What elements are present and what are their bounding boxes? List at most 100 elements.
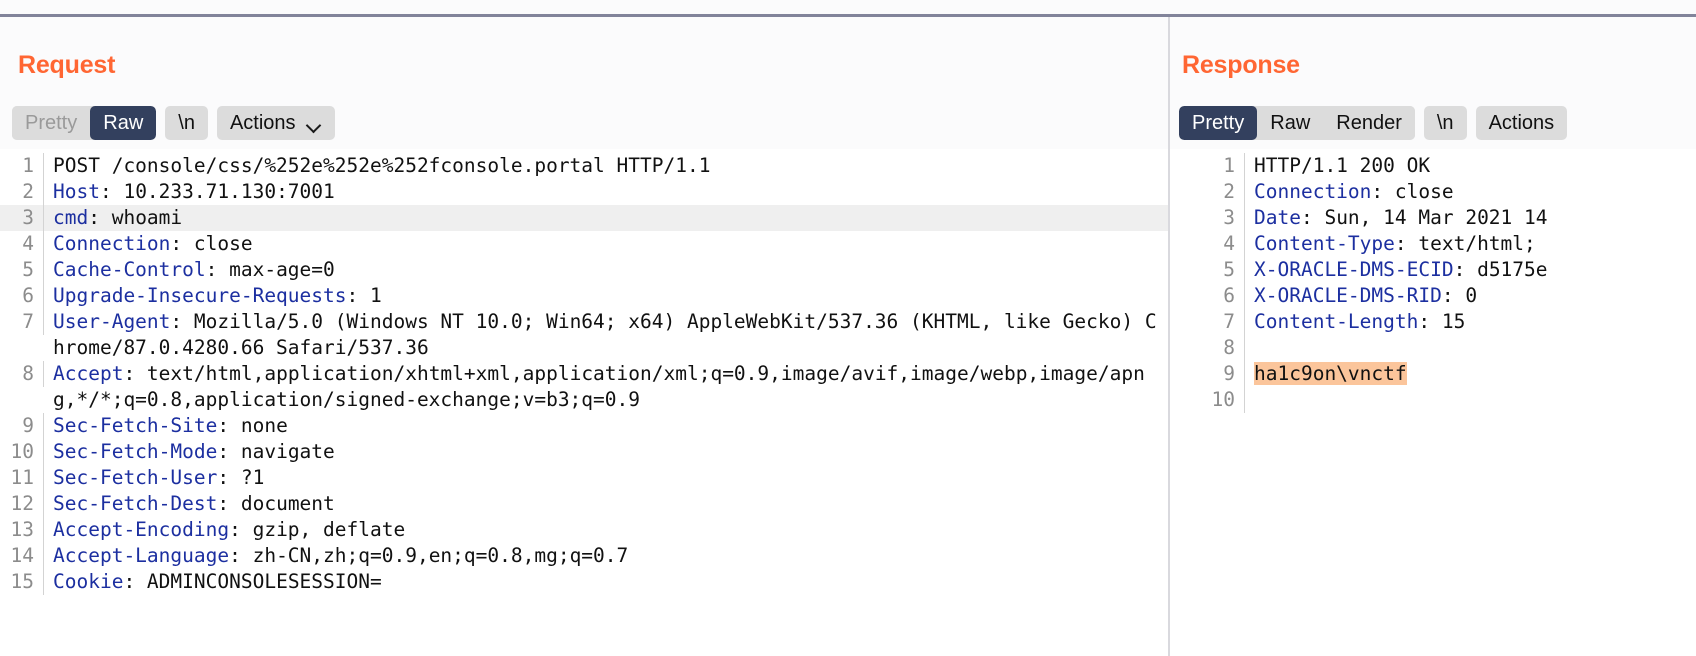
- line-number: 15: [0, 569, 44, 595]
- header-name: Accept-Encoding: [53, 518, 230, 541]
- line-text: Connection: close: [44, 231, 1168, 257]
- line-number: 9: [0, 413, 44, 439]
- code-line: 10: [1170, 387, 1696, 413]
- code-line: 9 ha1c9on\vnctf: [1170, 361, 1696, 387]
- line-number: 1: [0, 153, 44, 179]
- response-newline-toggle-button[interactable]: \n: [1423, 106, 1467, 140]
- request-response-split: Request Pretty Raw \n Actions 1 POST /con…: [0, 17, 1696, 656]
- header-name: Sec-Fetch-Dest: [53, 492, 218, 515]
- header-name: Content-Length: [1254, 310, 1419, 333]
- code-line: 6 Upgrade-Insecure-Requests: 1: [0, 283, 1168, 309]
- response-view-tabs[interactable]: Pretty Raw Render: [1179, 106, 1415, 140]
- code-line: 8 Accept: text/html,application/xhtml+xml…: [0, 361, 1168, 413]
- line-value: : 0: [1441, 284, 1478, 307]
- line-value: : close: [170, 232, 253, 255]
- response-pane: Response Pretty Raw Render \n Actions 1H…: [1170, 17, 1696, 656]
- request-editor[interactable]: 1 POST /console/css/%252e%252e%252fconsol…: [0, 149, 1168, 656]
- line-value: : 1: [346, 284, 382, 307]
- line-number: 4: [0, 231, 44, 257]
- response-actions-label: Actions: [1488, 112, 1555, 134]
- chevron-down-icon: [307, 120, 322, 129]
- line-value: : text/html,application/xhtml+xml,applic…: [53, 362, 1145, 411]
- line-text: Accept-Language: zh-CN,zh;q=0.9,en;q=0.8…: [44, 543, 1168, 569]
- header-name: cmd: [53, 206, 89, 229]
- line-value: : navigate: [217, 440, 335, 463]
- request-newline-toggle-button[interactable]: \n: [165, 106, 208, 140]
- line-value: : d5175e: [1453, 258, 1548, 281]
- line-text: Cookie: ADMINCONSOLESESSION=: [44, 569, 1168, 595]
- line-text: Sec-Fetch-Mode: navigate: [44, 439, 1168, 465]
- line-value: POST /console/css/%252e%252e%252fconsole…: [53, 154, 711, 177]
- header-name: Sec-Fetch-User: [53, 466, 218, 489]
- line-number: 4: [1170, 231, 1245, 257]
- tab-request-raw[interactable]: Raw: [90, 106, 157, 140]
- line-value: : document: [217, 492, 335, 515]
- line-value: : close: [1371, 180, 1454, 203]
- code-line: 6 X-ORACLE-DMS-RID: 0: [1170, 283, 1696, 309]
- line-number: 7: [1170, 309, 1245, 335]
- line-number: 14: [0, 543, 44, 569]
- line-number: 1: [1170, 153, 1245, 179]
- line-number: 12: [0, 491, 44, 517]
- line-number: 2: [1170, 179, 1245, 205]
- code-line: 3 Date: Sun, 14 Mar 2021 14: [1170, 205, 1696, 231]
- header-name: Cache-Control: [53, 258, 206, 281]
- header-name: X-ORACLE-DMS-ECID: [1254, 258, 1454, 281]
- code-line: 7 User-Agent: Mozilla/5.0 (Windows NT 10.…: [0, 309, 1168, 361]
- response-editor[interactable]: 1 HTTP/1.1 200 OK 2 Connection: close 3 Date:…: [1170, 149, 1696, 656]
- code-line: 5 X-ORACLE-DMS-ECID: d5175e: [1170, 257, 1696, 283]
- line-text: Connection: close: [1245, 179, 1696, 205]
- header-name: X-ORACLE-DMS-RID: [1254, 284, 1442, 307]
- response-toolbar: Pretty Raw Render \n Actions: [1179, 106, 1568, 140]
- line-value: : Sun, 14 Mar 2021 14: [1300, 206, 1548, 229]
- tab-response-raw[interactable]: Raw: [1257, 106, 1324, 140]
- code-line: 10 Sec-Fetch-Mode: navigate: [0, 439, 1168, 465]
- line-text: Content-Length: 15: [1245, 309, 1696, 335]
- line-number: 10: [0, 439, 44, 465]
- code-line: 8: [1170, 335, 1696, 361]
- request-view-tabs[interactable]: Pretty Raw: [12, 106, 157, 140]
- request-pane: Request Pretty Raw \n Actions 1 POST /con…: [0, 17, 1168, 656]
- tab-request-pretty[interactable]: Pretty: [12, 106, 91, 140]
- code-line: 2 Host: 10.233.71.130:7001: [0, 179, 1168, 205]
- line-number: 8: [1170, 335, 1245, 361]
- response-code-lines: 1 HTTP/1.1 200 OK 2 Connection: close 3 Date:…: [1170, 149, 1696, 413]
- line-number: 5: [0, 257, 44, 283]
- code-line: 12 Sec-Fetch-Dest: document: [0, 491, 1168, 517]
- line-text: Upgrade-Insecure-Requests: 1: [44, 283, 1168, 309]
- request-actions-button[interactable]: Actions: [216, 106, 335, 140]
- header-name: Sec-Fetch-Site: [53, 414, 218, 437]
- line-text: Accept: text/html,application/xhtml+xml,…: [44, 361, 1168, 413]
- header-name: Accept: [53, 362, 124, 385]
- burp-repeater-screen: Request Pretty Raw \n Actions 1 POST /con…: [0, 0, 1696, 656]
- code-line: 13 Accept-Encoding: gzip, deflate: [0, 517, 1168, 543]
- line-value: : ADMINCONSOLESESSION=: [123, 570, 382, 593]
- line-text: HTTP/1.1 200 OK: [1245, 153, 1696, 179]
- line-text: POST /console/css/%252e%252e%252fconsole…: [44, 153, 1168, 179]
- tab-response-render[interactable]: Render: [1323, 106, 1415, 140]
- line-text: Host: 10.233.71.130:7001: [44, 179, 1168, 205]
- line-value: HTTP/1.1 200 OK: [1254, 154, 1431, 177]
- line-number: 7: [0, 309, 44, 335]
- code-line: 2 Connection: close: [1170, 179, 1696, 205]
- response-actions-button[interactable]: Actions: [1475, 106, 1568, 140]
- request-panel-title: Request: [18, 51, 116, 79]
- line-number: 2: [0, 179, 44, 205]
- line-value: : 15: [1418, 310, 1466, 333]
- header-name: User-Agent: [53, 310, 171, 333]
- line-value: : none: [217, 414, 288, 437]
- line-number: 11: [0, 465, 44, 491]
- code-line: 5 Cache-Control: max-age=0: [0, 257, 1168, 283]
- line-text: Sec-Fetch-Site: none: [44, 413, 1168, 439]
- line-number: 3: [0, 205, 44, 231]
- header-name: Upgrade-Insecure-Requests: [53, 284, 347, 307]
- code-line: 4 Content-Type: text/html;: [1170, 231, 1696, 257]
- line-value: : text/html;: [1394, 232, 1536, 255]
- line-text: Cache-Control: max-age=0: [44, 257, 1168, 283]
- tab-response-pretty[interactable]: Pretty: [1179, 106, 1258, 140]
- header-name: Host: [53, 180, 100, 203]
- line-value: : Mozilla/5.0 (Windows NT 10.0; Win64; x…: [53, 310, 1157, 359]
- request-actions-label: Actions: [229, 112, 296, 134]
- line-number: 13: [0, 517, 44, 543]
- header-name: Connection: [53, 232, 171, 255]
